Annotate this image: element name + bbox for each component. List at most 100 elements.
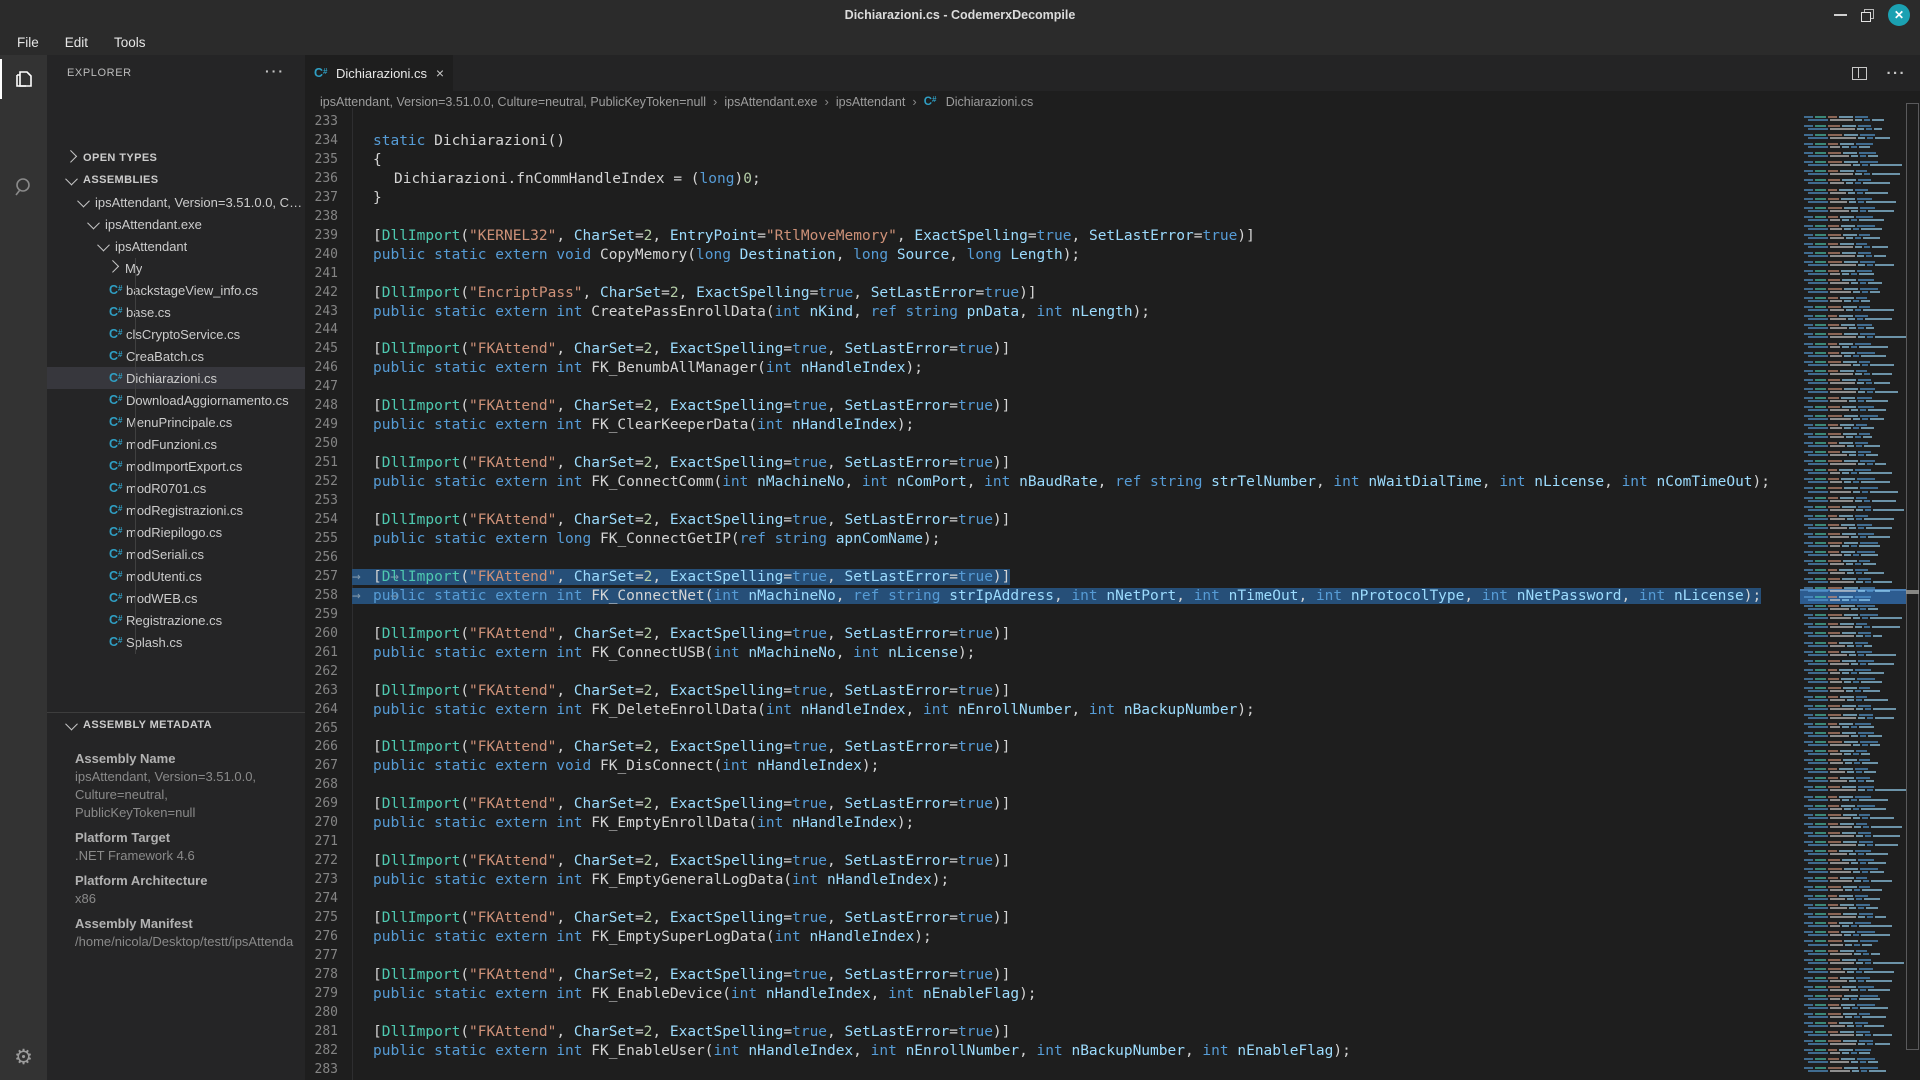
tree-item-ipsattendant-exe[interactable]: ipsAttendant.exe — [47, 213, 305, 235]
breadcrumb-item[interactable]: Dichiarazioni.cs — [946, 95, 1034, 109]
minimap-line — [1808, 436, 1872, 439]
code-line[interactable]: 280 — [305, 1004, 1800, 1023]
breadcrumb-item[interactable]: ipsAttendant.exe — [724, 95, 817, 109]
code-line[interactable]: 279 public static extern int FK_EnableDev… — [305, 985, 1800, 1004]
minimap-line — [1804, 623, 1867, 626]
tab-dichiarazioni[interactable]: C# Dichiarazioni.cs × — [305, 55, 453, 91]
tree-item-creabatch-cs[interactable]: C# CreaBatch.cs — [47, 345, 305, 367]
code-line[interactable]: 265 — [305, 720, 1800, 739]
code-line[interactable]: 246 public static extern int FK_BenumbAll… — [305, 359, 1800, 378]
code-line[interactable]: 278 [DllImport("FKAttend", CharSet=2, Exa… — [305, 966, 1800, 985]
code-line[interactable]: 263 [DllImport("FKAttend", CharSet=2, Exa… — [305, 682, 1800, 701]
code-line[interactable]: 240 public static extern void CopyMemory(… — [305, 246, 1800, 265]
tree-item-my[interactable]: My — [47, 257, 305, 279]
explorer-more-icon[interactable]: ··· — [265, 63, 285, 79]
code-line[interactable]: 276 public static extern int FK_EmptySupe… — [305, 928, 1800, 947]
code-line[interactable]: 241 — [305, 265, 1800, 284]
code-line[interactable]: 268 — [305, 776, 1800, 795]
menu-item-tools[interactable]: Tools — [101, 30, 159, 55]
code-line[interactable]: 260 [DllImport("FKAttend", CharSet=2, Exa… — [305, 625, 1800, 644]
maximize-button[interactable] — [1861, 8, 1874, 22]
code-line[interactable]: 236 Dichiarazioni.fnCommHandleIndex = (lo… — [305, 170, 1800, 189]
section-header-assemblies[interactable]: ASSEMBLIES — [47, 169, 305, 191]
code-line[interactable]: 266 [DllImport("FKAttend", CharSet=2, Exa… — [305, 738, 1800, 757]
code-line[interactable]: 281 [DllImport("FKAttend", CharSet=2, Exa… — [305, 1023, 1800, 1042]
breadcrumb-item[interactable]: ipsAttendant, Version=3.51.0.0, Culture=… — [320, 95, 706, 109]
code-line[interactable]: 245 [DllImport("FKAttend", CharSet=2, Exa… — [305, 340, 1800, 359]
tree-item-modriepilogo-cs[interactable]: C# modRiepilogo.cs — [47, 521, 305, 543]
code-line[interactable]: 249 public static extern int FK_ClearKeep… — [305, 416, 1800, 435]
code-line[interactable]: 253 — [305, 492, 1800, 511]
code-line[interactable]: 244 — [305, 321, 1800, 340]
code-line[interactable]: 275 [DllImport("FKAttend", CharSet=2, Exa… — [305, 909, 1800, 928]
code-line[interactable]: 258 → → public static extern int FK_Conne… — [305, 587, 1800, 606]
code-line[interactable]: 234 static Dichiarazioni() — [305, 132, 1800, 151]
code-line[interactable]: 272 [DllImport("FKAttend", CharSet=2, Exa… — [305, 852, 1800, 871]
tree-item-clscryptoservice-cs[interactable]: C# clsCryptoService.cs — [47, 323, 305, 345]
code-line[interactable]: 273 public static extern int FK_EmptyGene… — [305, 871, 1800, 890]
code-line[interactable]: 282 public static extern int FK_EnableUse… — [305, 1042, 1800, 1061]
tree-item-ipsattendant[interactable]: ipsAttendant — [47, 235, 305, 257]
gear-icon[interactable]: ⚙ — [0, 1033, 47, 1080]
tree-item-modweb-cs[interactable]: C# modWEB.cs — [47, 587, 305, 609]
tree-item-modseriali-cs[interactable]: C# modSeriali.cs — [47, 543, 305, 565]
tree-item-base-cs[interactable]: C# base.cs — [47, 301, 305, 323]
tree-item-ipsattendant-version-3-51-0-0-cul-[interactable]: ipsAttendant, Version=3.51.0.0, Cul… — [47, 191, 305, 213]
search-icon[interactable] — [0, 163, 47, 210]
code-line[interactable]: 269 [DllImport("FKAttend", CharSet=2, Exa… — [305, 795, 1800, 814]
tree-item-modfunzioni-cs[interactable]: C# modFunzioni.cs — [47, 433, 305, 455]
split-editor-icon[interactable] — [1851, 66, 1867, 80]
code-line[interactable]: 277 — [305, 947, 1800, 966]
minimize-button[interactable] — [1834, 14, 1847, 16]
code-line[interactable]: 233 — [305, 113, 1800, 132]
tree-item-downloadaggiornamento-cs[interactable]: C# DownloadAggiornamento.cs — [47, 389, 305, 411]
tree-item-menuprincipale-cs[interactable]: C# MenuPrincipale.cs — [47, 411, 305, 433]
code-line[interactable]: 252 public static extern int FK_ConnectCo… — [305, 473, 1800, 492]
code-line[interactable]: 239 [DllImport("KERNEL32", CharSet=2, Ent… — [305, 227, 1800, 246]
tree-item-dichiarazioni-cs[interactable]: C# Dichiarazioni.cs — [47, 367, 305, 389]
code-line[interactable]: 262 — [305, 663, 1800, 682]
code-line[interactable]: 271 — [305, 833, 1800, 852]
code-line[interactable]: 256 — [305, 549, 1800, 568]
code-line[interactable]: 243 public static extern int CreatePassEn… — [305, 303, 1800, 322]
tree-item-splash-cs[interactable]: C# Splash.cs — [47, 631, 305, 653]
code-line[interactable]: 238 — [305, 208, 1800, 227]
tree-item-backstageview-info-cs[interactable]: C# backstageView_info.cs — [47, 279, 305, 301]
more-actions-icon[interactable]: ··· — [1887, 65, 1907, 82]
code-line[interactable]: 251 [DllImport("FKAttend", CharSet=2, Exa… — [305, 454, 1800, 473]
breadcrumb-item[interactable]: ipsAttendant — [836, 95, 906, 109]
code-editor[interactable]: 233 234 static Dichiarazioni() 235 {236 Dichi… — [305, 108, 1800, 1080]
assembly-metadata-header[interactable]: ASSEMBLY METADATA — [47, 715, 305, 735]
code-line-content: [DllImport("FKAttend", CharSet=2, ExactS… — [373, 739, 1011, 756]
minimap[interactable] — [1800, 98, 1906, 1080]
code-line[interactable]: 235 { — [305, 151, 1800, 170]
code-line[interactable]: 242 [DllImport("EncriptPass", CharSet=2, … — [305, 284, 1800, 303]
code-line[interactable]: 259 — [305, 606, 1800, 625]
code-line[interactable]: 283 — [305, 1061, 1800, 1080]
code-line[interactable]: 248 [DllImport("FKAttend", CharSet=2, Exa… — [305, 397, 1800, 416]
code-line[interactable]: 274 — [305, 890, 1800, 909]
menu-item-edit[interactable]: Edit — [52, 30, 101, 55]
code-line[interactable]: 257 → → [DllImport("FKAttend", CharSet=2,… — [305, 568, 1800, 587]
tree-item-modutenti-cs[interactable]: C# modUtenti.cs — [47, 565, 305, 587]
section-header-open-types[interactable]: OPEN TYPES — [47, 147, 305, 169]
scrollbar-slider[interactable] — [1906, 103, 1919, 1050]
code-line[interactable]: 250 — [305, 435, 1800, 454]
tree-item-registrazione-cs[interactable]: C# Registrazione.cs — [47, 609, 305, 631]
code-line[interactable]: 247 — [305, 378, 1800, 397]
code-line[interactable]: 254 [DllImport("FKAttend", CharSet=2, Exa… — [305, 511, 1800, 530]
code-line[interactable]: 237} — [305, 189, 1800, 208]
code-line[interactable]: 255 public static extern long FK_ConnectG… — [305, 530, 1800, 549]
code-line[interactable]: 270 public static extern int FK_EmptyEnro… — [305, 814, 1800, 833]
tree-item-modimportexport-cs[interactable]: C# modImportExport.cs — [47, 455, 305, 477]
tree-item-modr0701-cs[interactable]: C# modR0701.cs — [47, 477, 305, 499]
tab-close-icon[interactable]: × — [430, 65, 444, 81]
line-number: 278 — [314, 966, 338, 982]
code-line[interactable]: 264 public static extern int FK_DeleteEnr… — [305, 701, 1800, 720]
close-button[interactable]: ✕ — [1888, 4, 1910, 26]
code-line[interactable]: 267 public static extern void FK_DisConne… — [305, 757, 1800, 776]
menu-item-file[interactable]: File — [4, 30, 52, 55]
tree-item-modregistrazioni-cs[interactable]: C# modRegistrazioni.cs — [47, 499, 305, 521]
code-line[interactable]: 261 public static extern int FK_ConnectUS… — [305, 644, 1800, 663]
files-icon[interactable] — [0, 55, 47, 102]
